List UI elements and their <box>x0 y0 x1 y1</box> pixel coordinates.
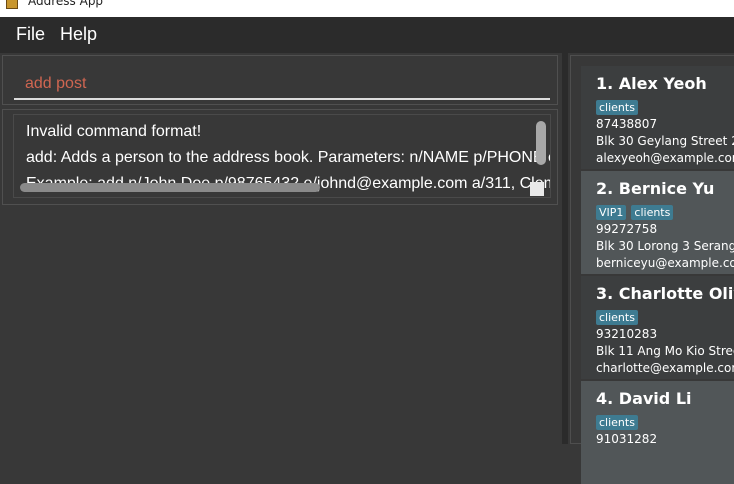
person-address: Blk 30 Geylang Street 29, #06-40 <box>596 134 734 148</box>
command-input[interactable] <box>14 70 550 100</box>
window-titlebar: Address App <box>0 0 734 17</box>
vertical-scrollbar[interactable] <box>536 121 546 165</box>
person-address: Blk 30 Lorong 3 Serangoon Gardens, #07-1… <box>596 239 734 253</box>
person-list[interactable]: 1. Alex Yeoh clients 87438807 Blk 30 Gey… <box>570 55 734 484</box>
person-name: 2. Bernice Yu <box>596 179 715 198</box>
window-title: Address App <box>28 0 104 8</box>
person-email: berniceyu@example.com <box>596 256 734 270</box>
menu-bar: File Help <box>0 17 734 53</box>
person-email: charlotte@example.com <box>596 361 734 375</box>
person-phone: 87438807 <box>596 117 658 131</box>
person-email: alexyeoh@example.com <box>596 151 734 165</box>
person-card[interactable]: 4. David Li clients 91031282 <box>581 381 734 484</box>
tag-list: clients <box>596 96 643 115</box>
menu-help[interactable]: Help <box>60 24 97 45</box>
horizontal-scrollbar[interactable] <box>20 183 320 192</box>
person-card[interactable]: 1. Alex Yeoh clients 87438807 Blk 30 Gey… <box>581 66 734 169</box>
result-line: Invalid command format! <box>26 123 202 140</box>
tag-badge: clients <box>596 310 638 325</box>
app-icon <box>6 0 18 9</box>
result-display[interactable]: Invalid command format! add: Adds a pers… <box>13 114 551 198</box>
menu-file[interactable]: File <box>16 24 45 45</box>
tag-badge: clients <box>596 415 638 430</box>
result-display-panel: Invalid command format! add: Adds a pers… <box>2 109 558 205</box>
person-name: 1. Alex Yeoh <box>596 74 707 93</box>
scrollbar-corner <box>530 182 544 196</box>
person-name: 4. David Li <box>596 389 692 408</box>
result-line: add: Adds a person to the address book. … <box>26 149 550 166</box>
person-card[interactable]: 2. Bernice Yu VIP1 clients 99272758 Blk 3… <box>581 171 734 274</box>
tag-badge: clients <box>631 205 674 220</box>
tag-list: VIP1 clients <box>596 201 678 220</box>
left-pane: Invalid command format! add: Adds a pers… <box>0 53 562 444</box>
person-phone: 93210283 <box>596 327 658 341</box>
person-address: Blk 11 Ang Mo Kio Street 74, #11-04 <box>596 344 734 358</box>
person-name: 3. Charlotte Oliveiro <box>596 284 734 303</box>
tag-list: clients <box>596 306 643 325</box>
person-card[interactable]: 3. Charlotte Oliveiro clients 93210283 B… <box>581 276 734 379</box>
tag-list: clients <box>596 411 643 430</box>
tag-badge: VIP1 <box>596 205 627 220</box>
person-phone: 99272758 <box>596 222 658 236</box>
person-list-panel: 1. Alex Yeoh clients 87438807 Blk 30 Gey… <box>568 53 734 484</box>
command-box <box>2 55 558 105</box>
tag-badge: clients <box>596 100 638 115</box>
